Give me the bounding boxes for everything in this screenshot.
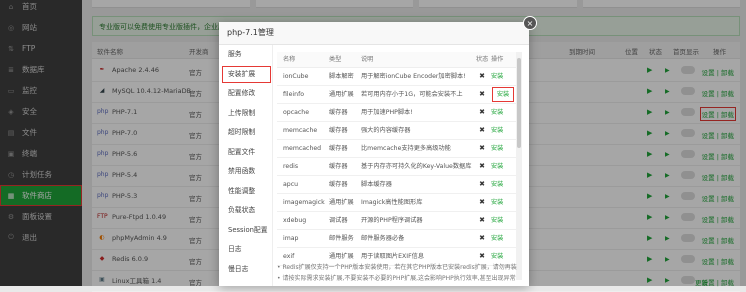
ext-type: 缓存器 (329, 109, 348, 116)
extension-row: memcache 缓存器 强大的内容缓存器 ✖ 安装 (277, 122, 517, 140)
install-button[interactable]: 安装 (491, 68, 515, 85)
modal-nav-item[interactable]: 配置文件 (219, 143, 272, 163)
ext-name: memcached (283, 145, 322, 152)
ext-type: 缓存器 (329, 127, 348, 134)
extension-row: xdebug 调试器 开源的PHP程序调试器 ✖ 安装 (277, 212, 517, 230)
ext-desc: 比memcache支持更多高级功能 (361, 145, 451, 152)
modal-scrollbar[interactable] (516, 52, 522, 280)
ext-col-desc: 说明 (361, 56, 374, 63)
ext-type: 缓存器 (329, 181, 348, 188)
install-button[interactable]: 安装 (491, 176, 515, 193)
extension-row: fileinfo 通用扩展 若可用内存小于1G，可能会安装不上 ✖ 安装 (277, 86, 517, 104)
modal-nav-item[interactable]: 负载状态 (219, 201, 272, 221)
ext-desc: 用于解密ionCube Encoder加密脚本! (361, 73, 466, 80)
ext-name: apcu (283, 181, 299, 188)
not-installed-icon: ✖ (479, 72, 485, 80)
ext-type: 通用扩展 (329, 199, 354, 206)
extension-table: 名称 类型 说明 状态 操作 ionCube 脚本解密 用于解密ionCube En… (277, 52, 517, 266)
modal-nav-item[interactable]: 日志 (219, 240, 272, 260)
modal-nav-item[interactable]: 超时限制 (219, 123, 272, 143)
ext-col-type: 类型 (329, 56, 342, 63)
php-manage-modal: php-7.1管理 服务 安装扩展 配置修改 上传限制 超时限制 配置文件 禁用函数 性能调整… (219, 22, 529, 286)
ext-type: 调试器 (329, 217, 348, 224)
not-installed-icon: ✖ (479, 198, 485, 206)
note-line: • Redis扩展仅支持一个PHP版本安装使用，若在其它PHP版本已安装redi… (277, 264, 517, 271)
extension-row: imap 邮件服务 邮件服务器必备 ✖ 安装 (277, 230, 517, 248)
ext-type: 缓存器 (329, 163, 348, 170)
ext-type: 通用扩展 (329, 91, 354, 98)
ext-name: ionCube (283, 73, 309, 80)
modal-nav-item[interactable]: 禁用函数 (219, 162, 272, 182)
ext-col-status: 状态 (476, 56, 488, 63)
note-line: • 请按实际需求安装扩展,不要安装不必要的PHP扩展,这会影响PHP执行效率,甚… (277, 275, 516, 282)
not-installed-icon: ✖ (479, 108, 485, 116)
scrollbar-thumb[interactable] (517, 58, 521, 148)
extension-row: memcached 缓存器 比memcache支持更多高级功能 ✖ 安装 (277, 140, 517, 158)
install-button[interactable]: 安装 (491, 122, 515, 139)
extension-row: opcache 缓存器 用于加速PHP脚本! ✖ 安装 (277, 104, 517, 122)
modal-nav-item[interactable]: 安装扩展 (221, 65, 272, 85)
not-installed-icon: ✖ (479, 180, 485, 188)
modal-nav-item[interactable]: 服务 (219, 45, 272, 65)
ext-name: memcache (283, 127, 318, 134)
ext-desc: 开源的PHP程序调试器 (361, 217, 423, 224)
ext-name: imap (283, 235, 299, 242)
ext-desc: 基于内存亦可持久化的Key-Value数据库 (361, 163, 472, 170)
not-installed-icon: ✖ (479, 126, 485, 134)
install-button[interactable]: 安装 (491, 194, 515, 211)
install-button[interactable]: 安装 (491, 212, 515, 229)
ext-name: redis (283, 163, 299, 170)
ext-desc: 邮件服务器必备 (361, 235, 405, 242)
install-button[interactable]: 安装 (491, 104, 515, 121)
ext-desc: Imagick高性能图形库 (361, 199, 423, 206)
install-button[interactable]: 安装 (491, 140, 515, 157)
ext-name: imagemagick (283, 199, 325, 206)
ext-type: 缓存器 (329, 145, 348, 152)
not-installed-icon: ✖ (479, 162, 485, 170)
extension-row: ionCube 脚本解密 用于解密ionCube Encoder加密脚本! ✖ 安装 (277, 68, 517, 86)
install-button[interactable]: 安装 (491, 230, 515, 247)
modal-nav-item[interactable]: 配置修改 (219, 84, 272, 104)
ext-type: 脚本解密 (329, 73, 354, 80)
ext-name: fileinfo (283, 91, 305, 98)
not-installed-icon: ✖ (479, 90, 485, 98)
modal-nav-item[interactable]: 慢日志 (219, 260, 272, 280)
modal-notes: • Redis扩展仅支持一个PHP版本安装使用，若在其它PHP版本已安装redi… (277, 262, 522, 284)
not-installed-icon: ✖ (479, 216, 485, 224)
ext-type: 邮件服务 (329, 235, 354, 242)
ext-col-name: 名称 (283, 56, 296, 63)
install-button[interactable]: 安装 (491, 158, 515, 175)
extension-row: imagemagick 通用扩展 Imagick高性能图形库 ✖ 安装 (277, 194, 517, 212)
close-icon[interactable]: × (523, 16, 537, 30)
extension-row: apcu 缓存器 脚本缓存器 ✖ 安装 (277, 176, 517, 194)
ext-name: opcache (283, 109, 310, 116)
ext-desc: 若可用内存小于1G，可能会安装不上 (361, 91, 463, 98)
install-button[interactable]: 安装 (491, 86, 515, 103)
modal-title: php-7.1管理 (219, 22, 529, 45)
ext-desc: 脚本缓存器 (361, 181, 392, 188)
extension-row: redis 缓存器 基于内存亦可持久化的Key-Value数据库 ✖ 安装 (277, 158, 517, 176)
ext-col-op: 操作 (491, 56, 504, 63)
ext-desc: 强大的内容缓存器 (361, 127, 411, 134)
modal-nav-item[interactable]: Session配置 (219, 221, 272, 241)
not-installed-icon: ✖ (479, 144, 485, 152)
not-installed-icon: ✖ (479, 234, 485, 242)
modal-nav-item[interactable]: 上传限制 (219, 104, 272, 124)
modal-nav-item[interactable]: 性能调整 (219, 182, 272, 202)
extension-table-header: 名称 类型 说明 状态 操作 (277, 52, 517, 68)
modal-nav: 服务 安装扩展 配置修改 上传限制 超时限制 配置文件 禁用函数 性能调整 负载状态 Sessio… (219, 45, 273, 286)
ext-desc: 用于加速PHP脚本! (361, 109, 413, 116)
ext-name: xdebug (283, 217, 307, 224)
